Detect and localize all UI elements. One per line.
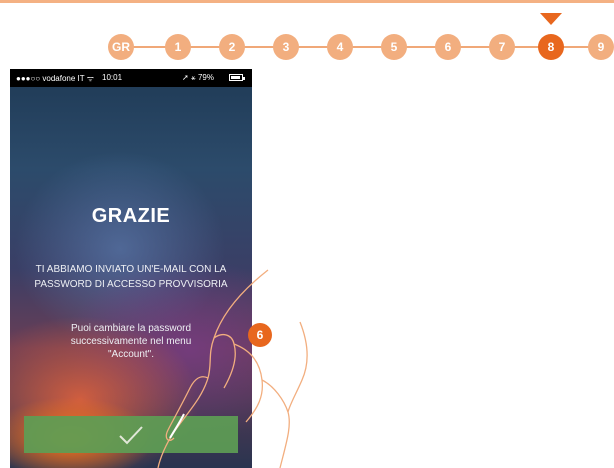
- step-3: 3: [273, 34, 299, 60]
- checkmark-icon: [119, 425, 143, 444]
- step-5: 5: [381, 34, 407, 60]
- clock: 10:01: [102, 73, 123, 82]
- step-8-active: 8: [538, 34, 564, 60]
- step-1: 1: [165, 34, 191, 60]
- step-gr: GR: [108, 34, 134, 60]
- step-6: 6: [435, 34, 461, 60]
- step-9: 9: [588, 34, 614, 60]
- step-connector-line: [121, 46, 595, 48]
- step-2: 2: [219, 34, 245, 60]
- battery-percentage: ➚ ⚹ 79%: [182, 73, 214, 82]
- current-step-pointer: [540, 13, 562, 25]
- thank-you-title: GRAZIE: [91, 205, 171, 227]
- step-indicator: GR 1 2 3 4 5 6 7 8 9: [0, 0, 614, 70]
- step-4: 4: [327, 34, 353, 60]
- step-7: 7: [489, 34, 515, 60]
- battery-icon: [229, 74, 245, 81]
- pointing-hand-illustration: [157, 269, 308, 468]
- callout-marker: 6: [248, 323, 272, 347]
- carrier-label: ●●●○○ vodafone IT ᯤ: [16, 74, 95, 83]
- status-bar: ●●●○○ vodafone IT ᯤ 10:01 ➚ ⚹ 79%: [10, 69, 252, 87]
